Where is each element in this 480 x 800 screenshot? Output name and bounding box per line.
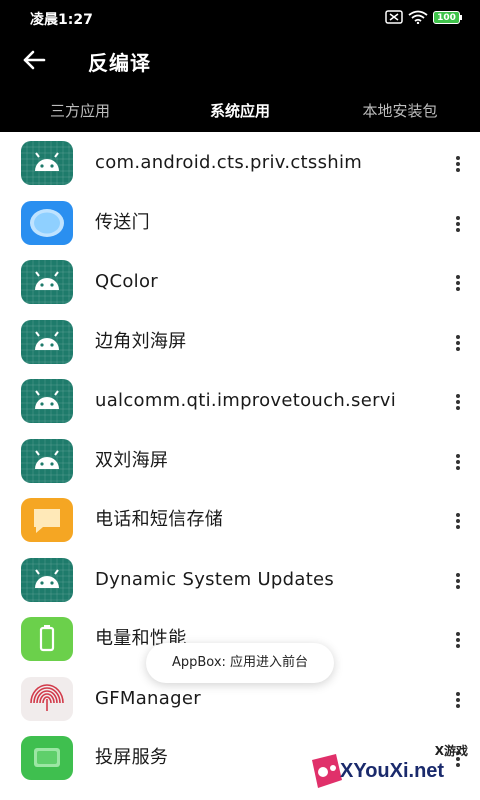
toast-message: AppBox: 应用进入前台 [146, 643, 334, 683]
app-name: QColor [95, 271, 158, 292]
more-options-icon[interactable] [450, 450, 466, 474]
fingerprint-icon [21, 676, 73, 721]
android-icon [21, 438, 73, 483]
more-options-icon[interactable] [450, 569, 466, 593]
watermark-main: XYouXi.net [340, 760, 445, 782]
top-bar: 凌晨1:27 100 反编译 三方应用 系统应用 本地安装包 [0, 0, 480, 132]
message-icon [21, 498, 73, 542]
app-row[interactable]: QColor [0, 253, 480, 312]
more-options-icon[interactable] [450, 152, 466, 176]
more-options-icon[interactable] [450, 331, 466, 355]
app-row[interactable]: 电话和短信存储 [0, 491, 480, 550]
app-row[interactable]: 传送门 [0, 194, 480, 253]
cast-icon [21, 736, 73, 780]
android-icon [21, 141, 73, 185]
battery-tip [460, 15, 462, 20]
tab-bar: 三方应用 系统应用 本地安装包 [0, 92, 480, 132]
app-name: 传送门 [95, 211, 150, 233]
battery-indicator: 100 [433, 11, 460, 24]
sim-off-icon [385, 10, 403, 24]
app-row[interactable]: ualcomm.qti.improvetouch.servi [0, 372, 480, 431]
tab-local-packages[interactable]: 本地安装包 [320, 100, 480, 121]
page-title: 反编译 [88, 51, 151, 75]
app-name: 双刘海屏 [95, 449, 169, 471]
watermark-top: X游戏 [434, 744, 468, 758]
more-options-icon[interactable] [450, 688, 466, 712]
app-name: Dynamic System Updates [95, 568, 335, 590]
app-name: 电话和短信存储 [95, 509, 224, 530]
more-options-icon[interactable] [450, 390, 466, 414]
app-name: ualcomm.qti.improvetouch.servi [95, 390, 397, 411]
app-row[interactable]: 双刘海屏 [0, 432, 480, 491]
android-icon [21, 319, 73, 364]
app-name: com.android.cts.priv.ctsshim [95, 152, 363, 173]
more-options-icon[interactable] [450, 212, 466, 236]
app-name: GFManager [95, 687, 201, 709]
arrow-left-icon[interactable] [20, 46, 48, 74]
app-name: 边角刘海屏 [95, 330, 187, 352]
android-icon [21, 260, 73, 304]
app-row[interactable]: 边角刘海屏 [0, 313, 480, 372]
more-options-icon[interactable] [450, 271, 466, 295]
status-bar: 凌晨1:27 100 [0, 0, 480, 34]
tab-third-party-apps[interactable]: 三方应用 [0, 100, 160, 121]
status-time: 凌晨1:27 [30, 12, 93, 28]
more-options-icon[interactable] [450, 628, 466, 652]
android-icon [21, 379, 73, 423]
wifi-icon [408, 10, 428, 24]
portal-icon [21, 200, 73, 245]
android-icon [21, 557, 73, 602]
app-row[interactable]: Dynamic System Updates [0, 551, 480, 610]
watermark-logo: X游戏 XYouXi.net [306, 742, 480, 800]
tab-system-apps[interactable]: 系统应用 [160, 100, 320, 121]
app-row[interactable]: com.android.cts.priv.ctsshim [0, 134, 480, 193]
more-options-icon[interactable] [450, 509, 466, 533]
battery-app-icon [21, 617, 73, 661]
